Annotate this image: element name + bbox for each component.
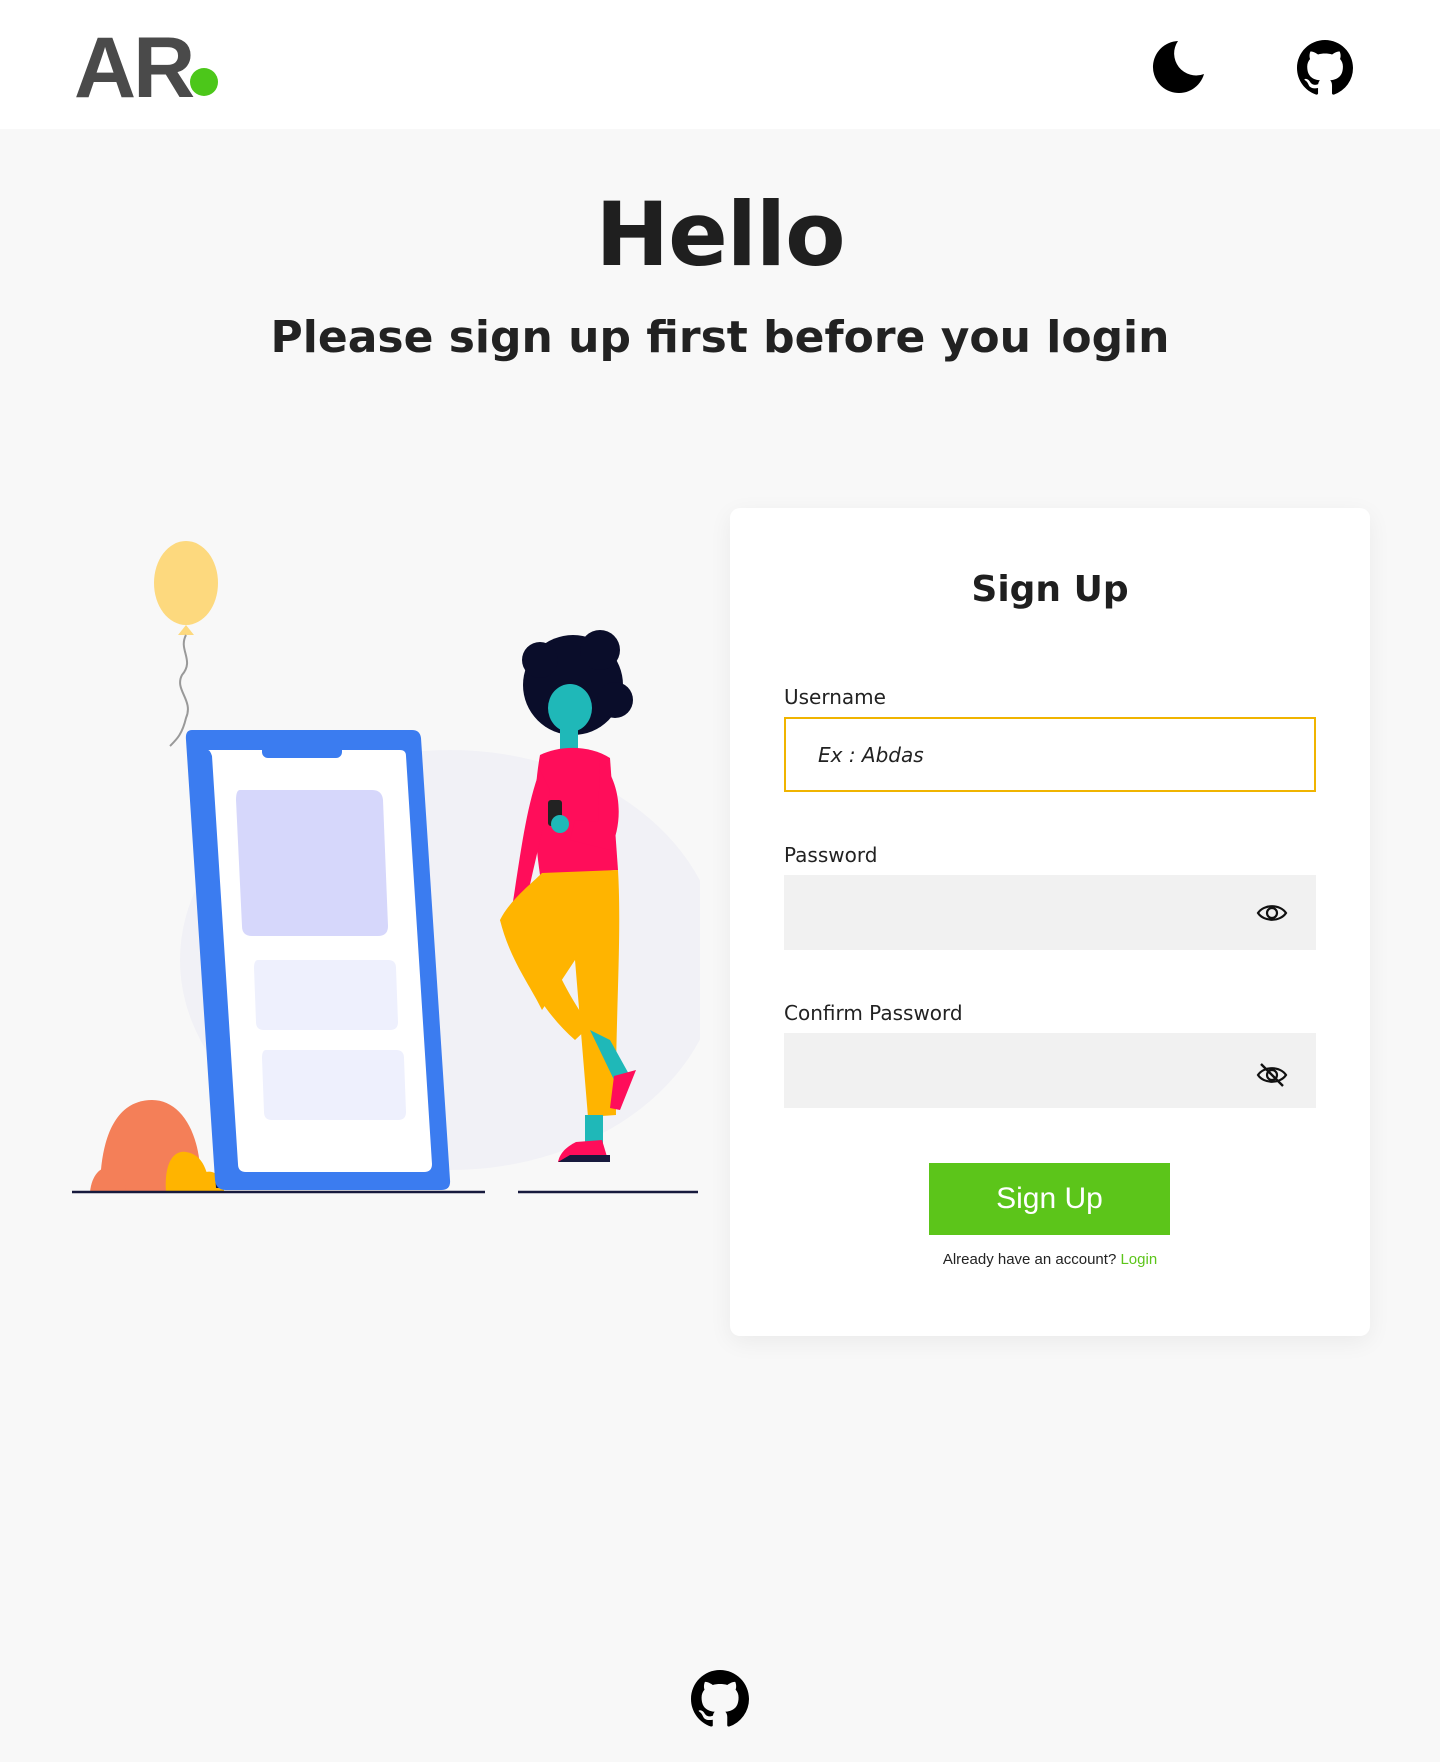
logo-dot <box>190 68 218 96</box>
signup-button[interactable]: Sign Up <box>929 1163 1170 1235</box>
password-label: Password <box>784 843 878 867</box>
login-link[interactable]: Login <box>1120 1251 1157 1268</box>
username-input[interactable] <box>784 717 1316 792</box>
top-header: AR <box>0 0 1440 129</box>
page-title: Hello <box>595 183 845 286</box>
password-input[interactable] <box>784 875 1316 950</box>
phone-woman-illustration <box>70 540 720 1200</box>
page-subtitle: Please sign up first before you login <box>270 312 1170 363</box>
username-label: Username <box>784 685 886 709</box>
eye-icon[interactable] <box>1256 897 1288 929</box>
github-icon[interactable] <box>691 1670 749 1728</box>
eye-off-icon[interactable] <box>1256 1059 1288 1091</box>
logo-text: AR <box>74 20 195 116</box>
balloon <box>154 541 218 625</box>
login-prompt-text: Already have an account? <box>942 1251 1117 1268</box>
signup-title: Sign Up <box>971 569 1129 610</box>
logo[interactable]: AR <box>74 18 195 118</box>
github-icon[interactable] <box>1297 40 1353 96</box>
moon-icon[interactable] <box>1148 38 1206 96</box>
signup-card: Sign Up Username Password Confirm Passwo… <box>730 508 1370 1336</box>
confirm-password-label: Confirm Password <box>784 1001 963 1025</box>
confirm-password-input[interactable] <box>784 1033 1316 1108</box>
login-prompt: Already have an account? Login <box>730 1251 1370 1268</box>
